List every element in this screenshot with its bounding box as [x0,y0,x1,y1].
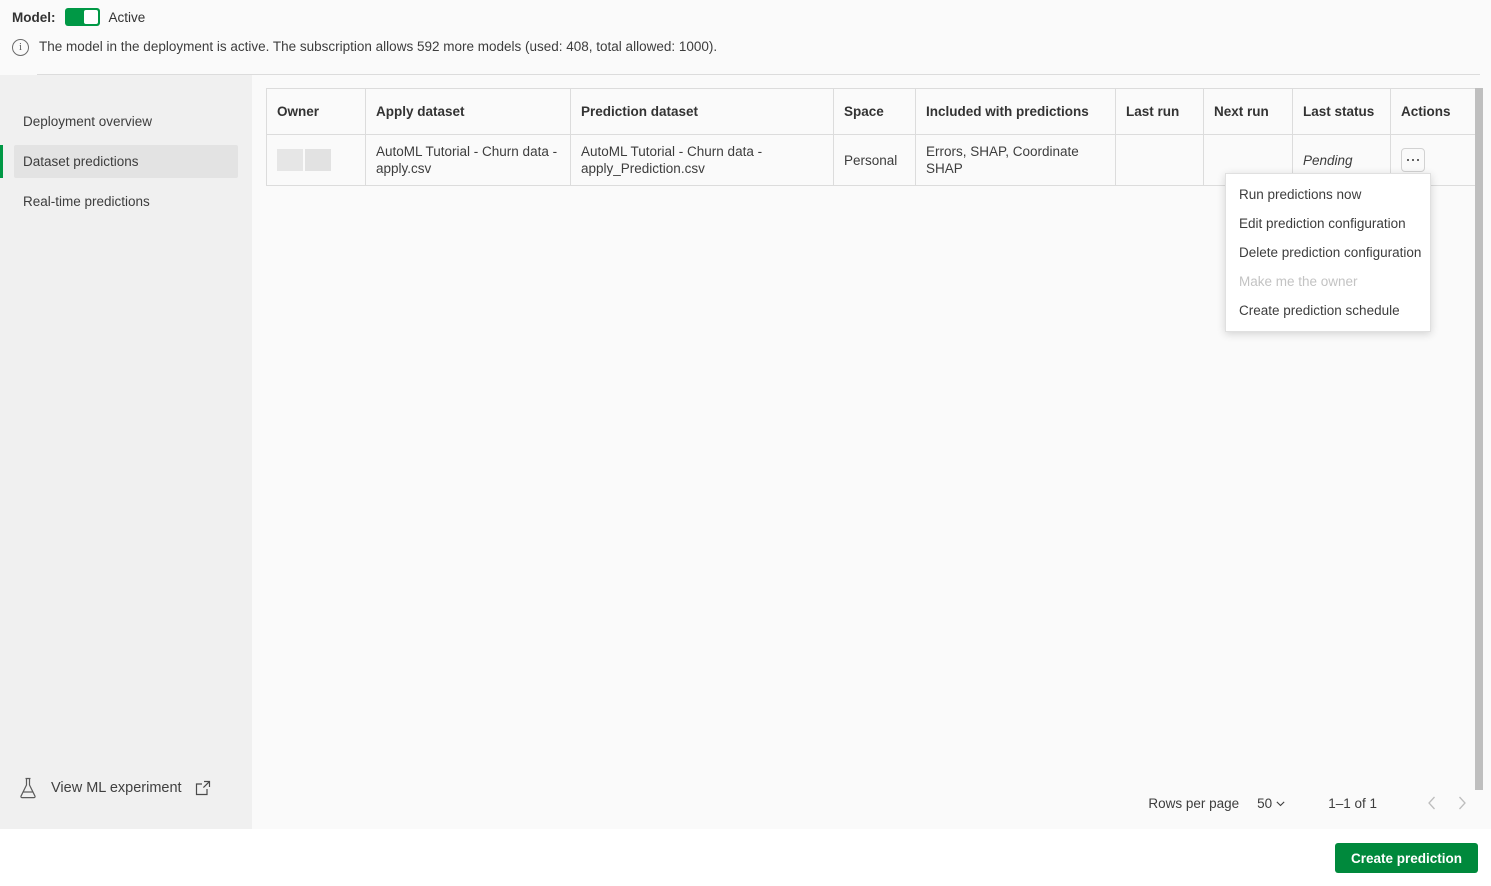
flask-icon [20,777,36,799]
table-header-row: Owner Apply dataset Prediction dataset S… [266,88,1479,135]
rows-per-page-select[interactable]: 50 [1257,796,1286,811]
model-active-toggle[interactable] [64,8,100,26]
sidebar-item-deployment-overview[interactable]: Deployment overview [14,105,238,138]
sidebar-item-dataset-predictions[interactable]: Dataset predictions [0,145,238,178]
dataset-predictions-table: Owner Apply dataset Prediction dataset S… [266,88,1479,186]
subscription-info: i The model in the deployment is active.… [12,38,717,56]
model-label: Model: [12,9,56,25]
sidebar-item-real-time-predictions[interactable]: Real-time predictions [14,185,238,218]
chevron-down-icon [1276,800,1285,806]
column-header-prediction-dataset[interactable]: Prediction dataset [570,88,834,135]
menu-item-create-prediction-schedule[interactable]: Create prediction schedule [1226,296,1430,325]
column-header-space[interactable]: Space [833,88,916,135]
column-header-apply-dataset[interactable]: Apply dataset [365,88,571,135]
app-root: Model: Active i The model in the deploym… [0,0,1491,886]
cell-owner [266,134,366,186]
cell-apply-dataset: AutoML Tutorial - Churn data - apply.csv [365,134,571,186]
cell-space: Personal [833,134,916,186]
kebab-menu-icon[interactable] [1401,148,1425,172]
toggle-knob [83,10,98,24]
cell-prediction-dataset: AutoML Tutorial - Churn data - apply_Pre… [570,134,834,186]
menu-item-delete-prediction-configuration[interactable]: Delete prediction configuration [1226,238,1430,267]
subscription-info-text: The model in the deployment is active. T… [39,39,718,54]
sidebar-item-label: Deployment overview [23,114,153,129]
footer-bar: Create prediction [0,829,1491,886]
pagination-range: 1–1 of 1 [1328,795,1377,811]
cell-last-run [1115,134,1204,186]
predictions-table-wrapper: Owner Apply dataset Prediction dataset S… [266,88,1479,186]
pagination-prev-button[interactable] [1417,788,1447,818]
column-header-next-run[interactable]: Next run [1203,88,1293,135]
menu-item-run-predictions-now[interactable]: Run predictions now [1226,180,1430,209]
menu-item-edit-prediction-configuration[interactable]: Edit prediction configuration [1226,209,1430,238]
view-ml-experiment-label: View ML experiment [51,780,182,796]
cell-included-with-predictions: Errors, SHAP, Coordinate SHAP [915,134,1116,186]
table-head: Owner Apply dataset Prediction dataset S… [266,88,1479,135]
row-actions-menu: Run predictions now Edit prediction conf… [1225,173,1431,332]
menu-item-make-me-the-owner: Make me the owner [1239,274,1358,289]
model-state-text: Active [108,9,146,25]
model-status-banner: Model: Active i The model in the deploym… [0,0,1491,75]
owner-redacted-placeholder [277,149,355,171]
column-header-actions: Actions [1390,88,1479,135]
vertical-scrollbar-thumb[interactable] [1475,88,1483,790]
column-header-last-status[interactable]: Last status [1292,88,1391,135]
column-header-included-with-predictions[interactable]: Included with predictions [915,88,1116,135]
info-circle-icon: i [12,39,29,56]
sidebar: Deployment overview Dataset predictions … [0,75,252,829]
rows-per-page-label: Rows per page [1148,795,1240,811]
pagination-next-button[interactable] [1447,788,1477,818]
pagination: Rows per page 50 1–1 of 1 [1148,786,1477,820]
main-content: Owner Apply dataset Prediction dataset S… [252,75,1491,829]
rows-per-page-value: 50 [1257,795,1273,811]
status-badge: Pending [1303,152,1353,168]
column-header-owner[interactable]: Owner [266,88,366,135]
sidebar-item-label: Dataset predictions [23,154,139,169]
column-header-last-run[interactable]: Last run [1115,88,1204,135]
model-toggle-row: Model: Active [12,6,145,28]
external-link-icon [195,780,210,796]
vertical-scrollbar-track[interactable] [1475,88,1483,790]
chevron-right-icon [1459,796,1466,810]
create-prediction-button[interactable]: Create prediction [1334,843,1478,873]
chevron-left-icon [1428,796,1435,810]
view-ml-experiment-link[interactable]: View ML experiment [18,777,211,799]
sidebar-item-label: Real-time predictions [23,194,150,209]
